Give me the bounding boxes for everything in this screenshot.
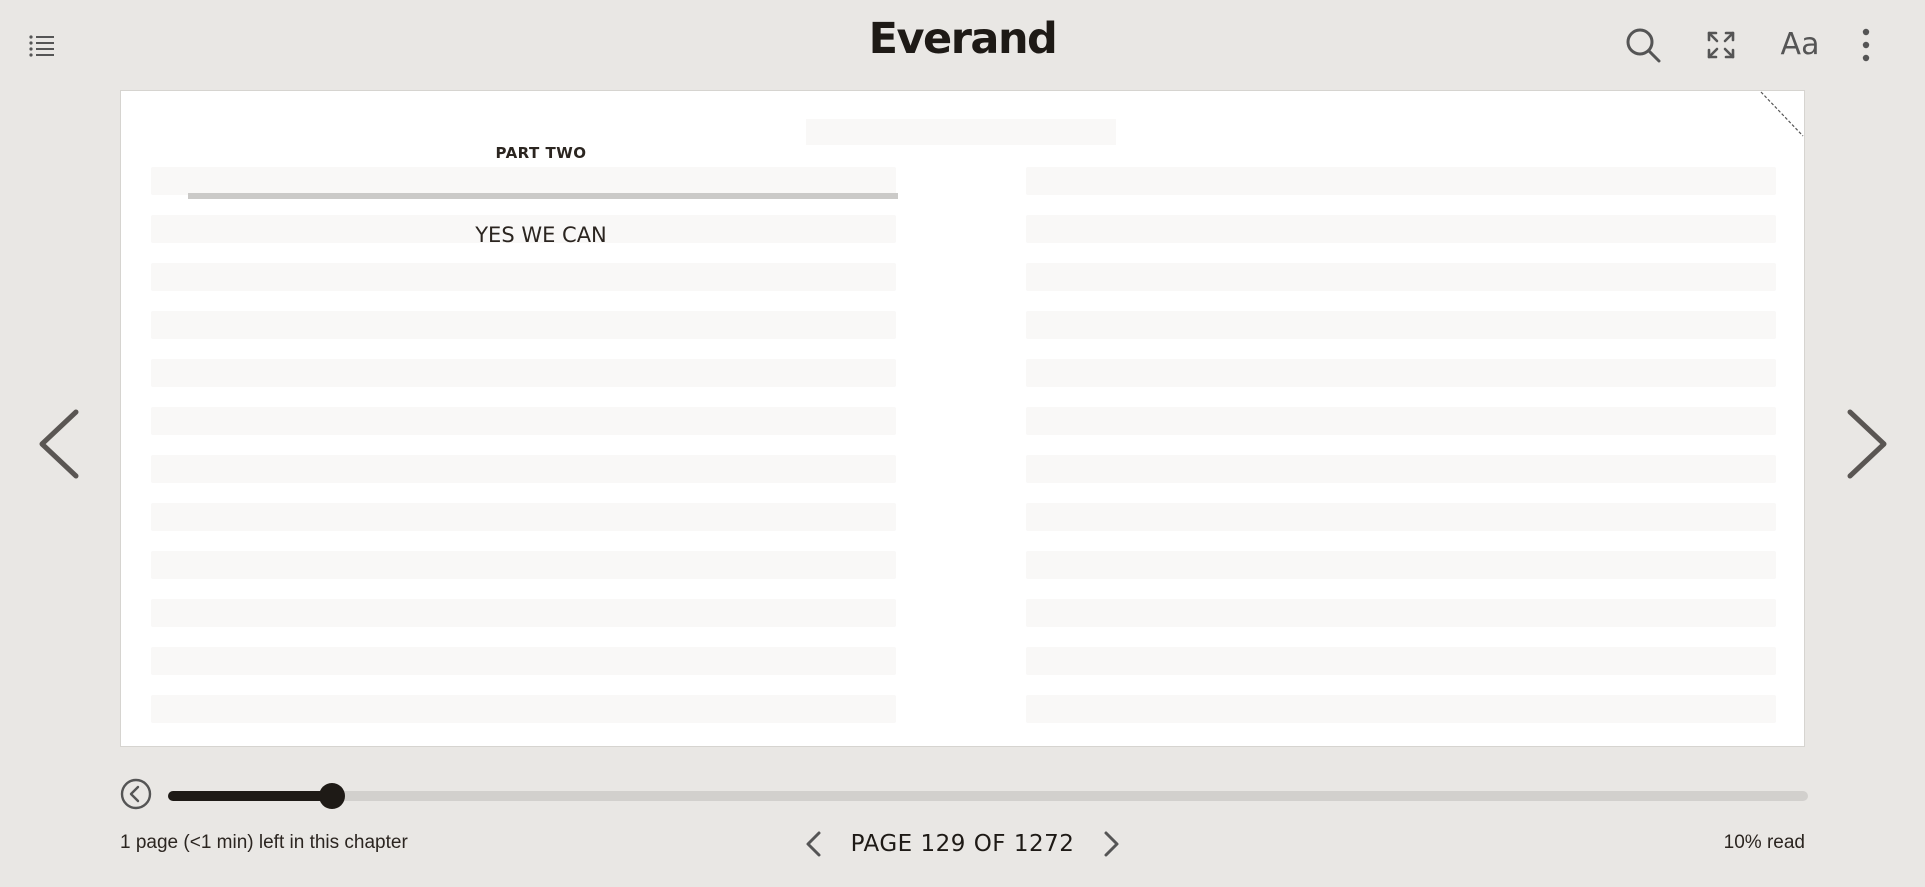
page-indicator: PAGE 129 OF 1272 [850,831,1075,857]
placeholder-line [1026,503,1776,531]
progress-slider-track[interactable] [168,783,1808,809]
search-icon [1626,28,1661,63]
next-page-arrow[interactable] [1836,404,1896,484]
placeholder-line [151,599,896,627]
more-options-button[interactable] [1852,24,1880,66]
back-circle-icon [120,778,152,810]
placeholder-line [151,263,896,291]
placeholder-line [151,551,896,579]
status-bar: 1 page (<1 min) left in this chapter PAG… [120,820,1805,868]
font-settings-button[interactable]: Aa [1776,22,1824,66]
search-button[interactable] [1622,24,1664,66]
placeholder-line [151,503,896,531]
placeholder-line [1026,695,1776,723]
return-position-button[interactable] [120,778,152,810]
placeholder-line [151,455,896,483]
chevron-right-icon [1847,409,1887,479]
placeholder-line [1026,359,1776,387]
reading-progress [120,776,1810,812]
placeholder-line [1026,167,1776,195]
percent-read: 10% read [1723,832,1805,853]
placeholder-line [151,311,896,339]
page-navigator: PAGE 129 OF 1272 [120,820,1805,868]
chevron-right-icon [1104,831,1119,857]
page-forward-button[interactable] [1098,826,1126,862]
top-bar: Everand Aa [0,0,1925,88]
fullscreen-button[interactable] [1700,24,1742,66]
progress-slider-thumb[interactable] [319,783,345,809]
page-placeholder-line [806,119,1116,145]
book-page: PART TWO YES WE CAN [120,90,1805,747]
placeholder-line [1026,599,1776,627]
more-vertical-icon [1862,28,1870,62]
chevron-left-icon [806,831,821,857]
progress-slider-fill [168,791,332,801]
placeholder-line [151,407,896,435]
font-settings-icon: Aa [1780,26,1820,62]
previous-page-arrow[interactable] [30,404,90,484]
placeholder-line [1026,311,1776,339]
page-corner-fold[interactable] [1760,91,1804,137]
placeholder-line [151,647,896,675]
placeholder-line [151,359,896,387]
part-label: PART TWO [495,144,587,162]
page-back-button[interactable] [799,826,827,862]
placeholder-line [1026,407,1776,435]
placeholder-line [1026,455,1776,483]
placeholder-line [1026,215,1776,243]
expand-icon [1707,31,1735,59]
placeholder-line [1026,263,1776,291]
placeholder-line [1026,647,1776,675]
chevron-left-icon [39,409,79,479]
placeholder-line [1026,551,1776,579]
placeholder-line [151,695,896,723]
title-divider [188,193,898,199]
placeholder-line [151,167,896,195]
chapter-title: YES WE CAN [475,223,607,247]
